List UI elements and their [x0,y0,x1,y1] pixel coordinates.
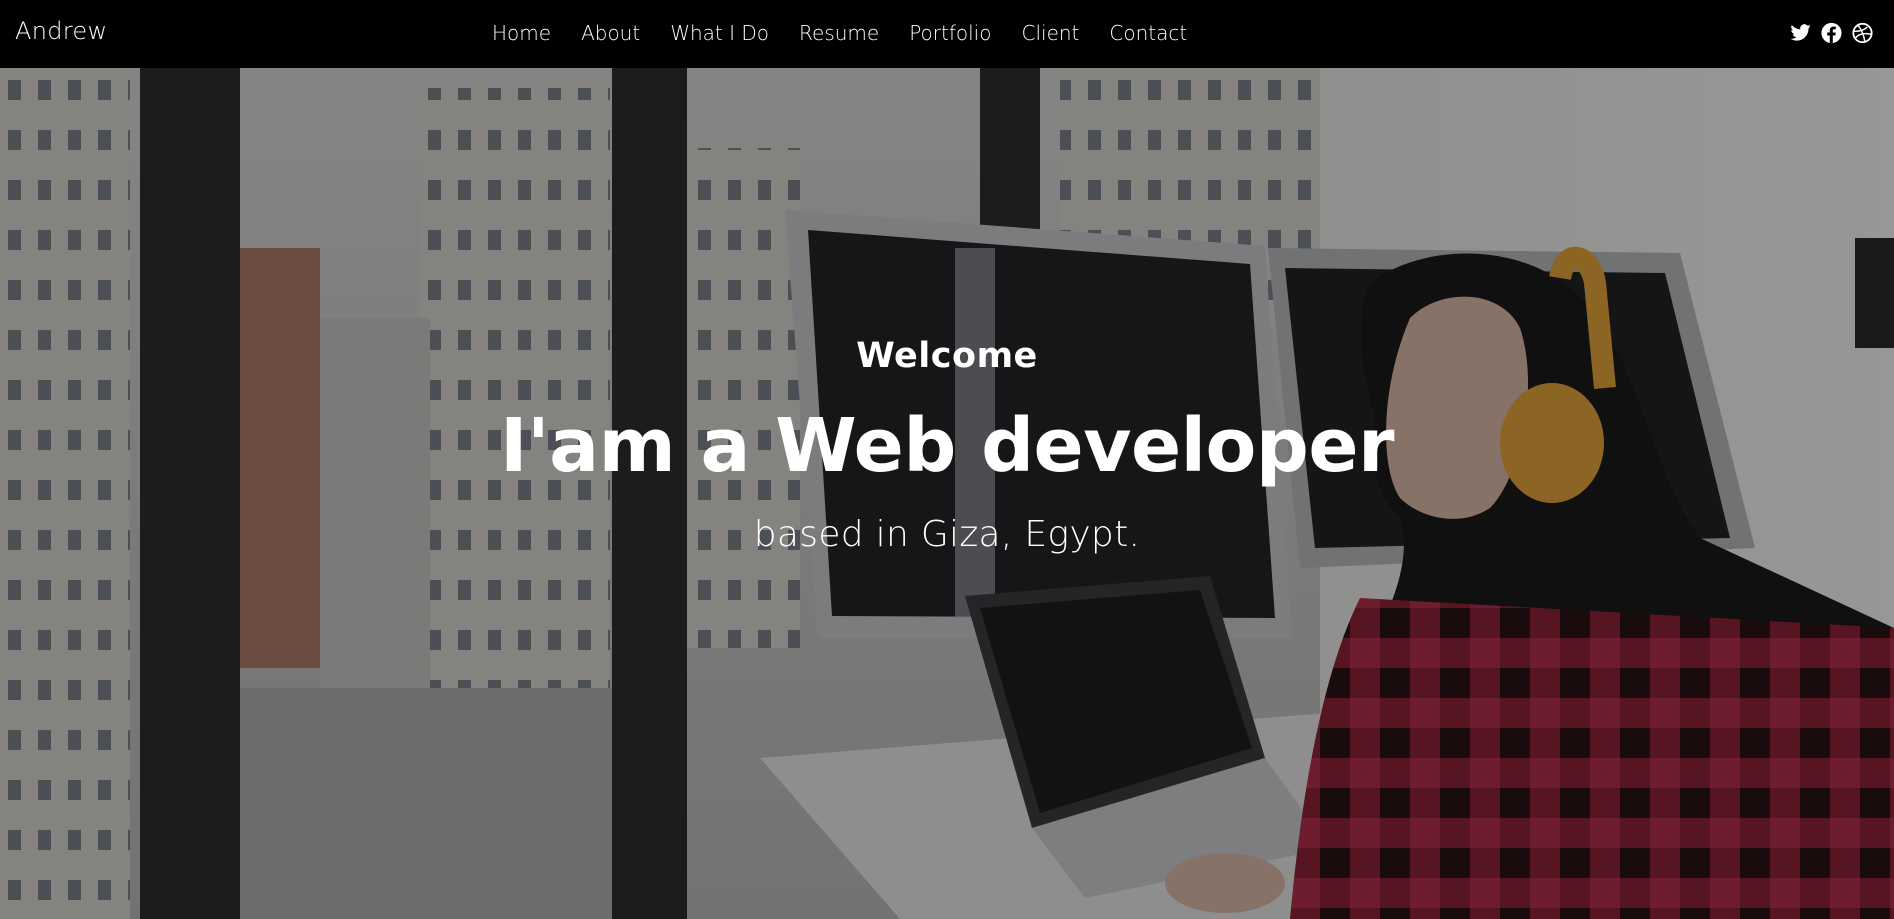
social-links [1789,22,1874,44]
hero-text: Welcome I'am a Web developer based in Gi… [0,68,1894,919]
nav-item-what-i-do[interactable]: What I Do [670,21,769,47]
nav-item-contact[interactable]: Contact [1109,21,1187,47]
facebook-icon[interactable] [1820,22,1843,44]
hero-section: Welcome I'am a Web developer based in Gi… [0,68,1894,919]
nav-item-resume[interactable]: Resume [799,21,879,47]
hero-welcome: Welcome [856,336,1038,376]
hero-subline: based in Giza, Egypt. [753,514,1141,555]
dribbble-icon[interactable] [1851,22,1874,44]
nav-item-portfolio[interactable]: Portfolio [909,21,991,47]
nav-item-home[interactable]: Home [492,21,551,47]
twitter-icon[interactable] [1789,22,1812,44]
nav-item-client[interactable]: Client [1021,21,1079,47]
brand-logo[interactable]: Andrew [15,17,107,45]
hero-headline: I'am a Web developer [499,403,1395,489]
nav-item-about[interactable]: About [581,21,640,47]
top-navbar: Andrew Home About What I Do Resume Portf… [0,0,1894,68]
nav-menu: Home About What I Do Resume Portfolio Cl… [492,21,1187,47]
